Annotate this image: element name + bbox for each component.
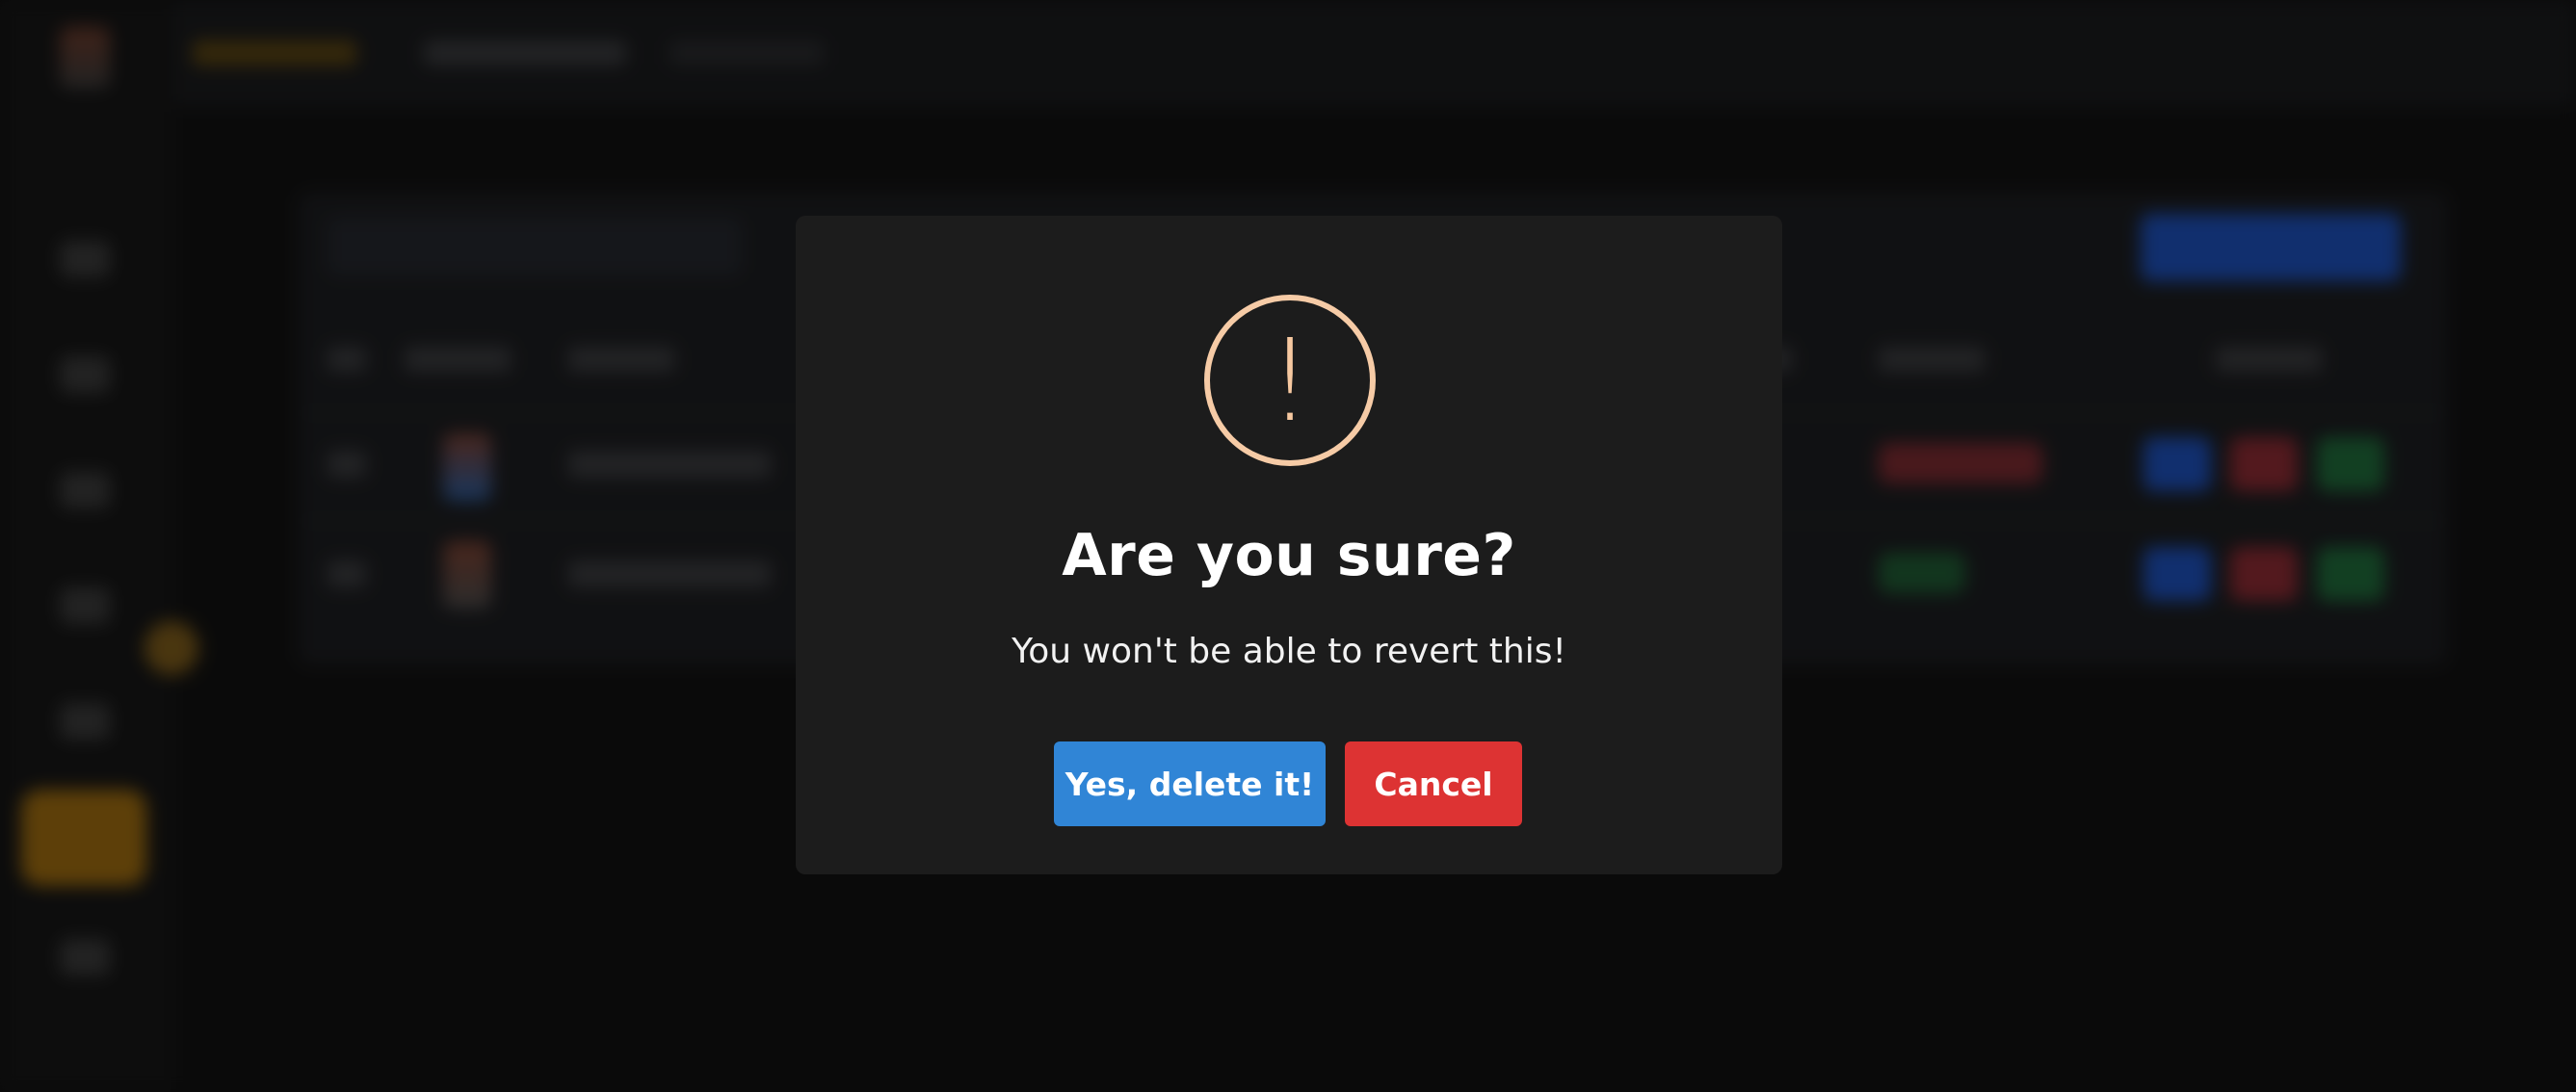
confirm-delete-dialog: ! Are you sure? You won't be able to rev… <box>796 216 1782 874</box>
cancel-button[interactable]: Cancel <box>1345 741 1522 826</box>
confirm-delete-button[interactable]: Yes, delete it! <box>1054 741 1326 826</box>
warning-icon: ! <box>1204 295 1376 466</box>
exclamation-icon: ! <box>1267 314 1313 447</box>
dialog-title: Are you sure? <box>1062 522 1516 589</box>
dialog-message: You won't be able to revert this! <box>1012 632 1566 671</box>
